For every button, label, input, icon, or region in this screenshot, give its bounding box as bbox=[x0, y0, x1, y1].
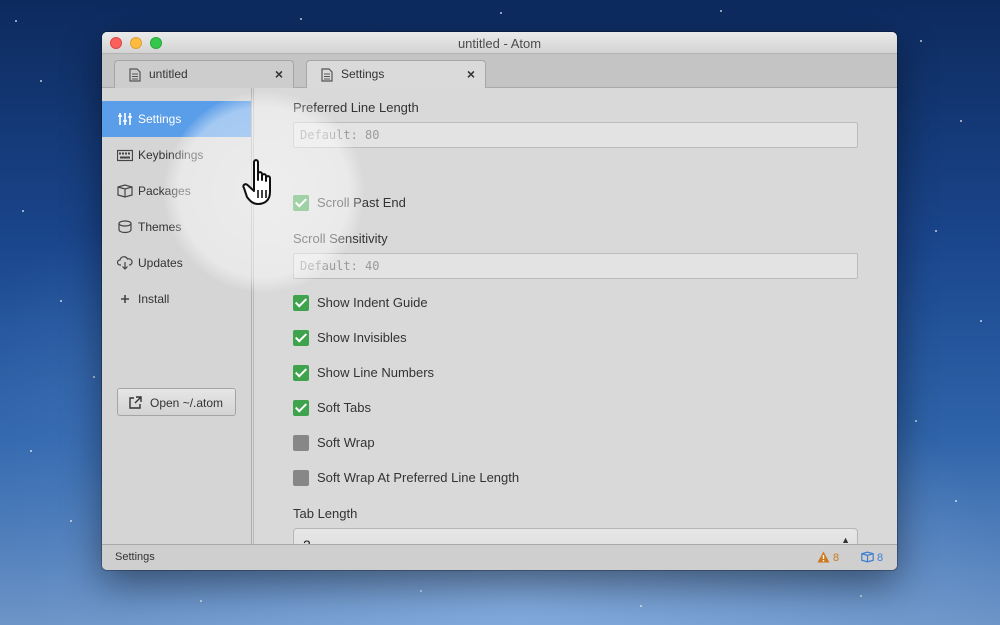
package-update-count: 8 bbox=[877, 552, 884, 564]
show-line-numbers-label: Show Line Numbers bbox=[317, 365, 435, 380]
window-title: untitled - Atom bbox=[457, 36, 542, 51]
sidebar-item-themes[interactable]: Themes bbox=[102, 209, 251, 245]
scroll-past-end-label: Scroll Past End bbox=[317, 195, 406, 210]
close-icon[interactable]: × bbox=[275, 66, 283, 82]
sidebar-item-settings[interactable]: Settings bbox=[102, 101, 251, 137]
package-icon bbox=[861, 551, 874, 563]
soft-wrap-label: Soft Wrap bbox=[317, 435, 375, 450]
link-external-icon bbox=[129, 396, 142, 409]
sidebar-item-label: Settings bbox=[138, 112, 182, 126]
open-atom-folder-label: Open ~/.atom bbox=[150, 396, 224, 410]
sliders-icon bbox=[118, 113, 132, 125]
sidebar-item-label: Packages bbox=[138, 184, 191, 198]
sidebar-item-label: Keybindings bbox=[138, 148, 204, 162]
show-invisibles-label: Show Invisibles bbox=[317, 330, 407, 345]
sidebar-item-keybindings[interactable]: Keybindings bbox=[102, 137, 251, 173]
hand-pointer-cursor-icon bbox=[242, 159, 271, 205]
status-bar: Settings 8 8 bbox=[102, 544, 897, 570]
file-icon bbox=[321, 68, 333, 82]
package-updates-indicator[interactable]: 8 bbox=[861, 551, 883, 564]
tab-label: untitled bbox=[149, 67, 188, 81]
plus-icon bbox=[121, 295, 129, 303]
tab-bar: untitled × Settings × bbox=[102, 54, 897, 89]
scroll-sensitivity-title: Scroll Sensitivity bbox=[293, 231, 388, 246]
settings-sidebar: Settings Keybindings Packages Themes Upd… bbox=[102, 88, 252, 544]
warning-count: 8 bbox=[833, 552, 840, 564]
tab-untitled[interactable]: untitled × bbox=[114, 60, 294, 88]
cloud-download-icon bbox=[117, 256, 133, 270]
soft-wrap-preferred-checkbox[interactable] bbox=[293, 470, 309, 486]
soft-tabs-checkbox[interactable] bbox=[293, 400, 309, 416]
sidebar-item-label: Themes bbox=[138, 220, 182, 234]
file-icon bbox=[129, 68, 141, 82]
package-icon bbox=[117, 184, 133, 198]
tab-length-title: Tab Length bbox=[293, 506, 358, 521]
open-atom-folder-button[interactable]: Open ~/.atom bbox=[117, 388, 236, 416]
sidebar-item-updates[interactable]: Updates bbox=[102, 245, 251, 281]
editor-settings-panel: Preferred Line Length Scroll Past End Sc… bbox=[253, 88, 897, 560]
soft-tabs-label: Soft Tabs bbox=[317, 400, 371, 415]
sidebar-item-install[interactable]: Install bbox=[102, 281, 251, 317]
preferred-line-length-title: Preferred Line Length bbox=[293, 100, 419, 115]
soft-wrap-preferred-label: Soft Wrap At Preferred Line Length bbox=[317, 470, 520, 485]
show-line-numbers-checkbox[interactable] bbox=[293, 365, 309, 381]
preferred-line-length-input[interactable] bbox=[293, 122, 858, 148]
title-bar[interactable]: untitled - Atom bbox=[102, 32, 897, 54]
deprecation-warnings-indicator[interactable]: 8 bbox=[817, 551, 839, 564]
scroll-past-end-checkbox[interactable] bbox=[293, 195, 309, 211]
sidebar-item-label: Updates bbox=[138, 256, 183, 270]
status-current-view: Settings bbox=[115, 551, 155, 563]
warning-icon bbox=[817, 551, 830, 563]
atom-window: untitled - Atom untitled × Settings × Se… bbox=[102, 32, 897, 570]
sidebar-item-packages[interactable]: Packages bbox=[102, 173, 251, 209]
paintcan-icon bbox=[118, 220, 132, 234]
show-indent-guide-checkbox[interactable] bbox=[293, 295, 309, 311]
show-invisibles-checkbox[interactable] bbox=[293, 330, 309, 346]
soft-wrap-checkbox[interactable] bbox=[293, 435, 309, 451]
show-indent-guide-label: Show Indent Guide bbox=[317, 295, 428, 310]
tab-label: Settings bbox=[341, 67, 385, 81]
keyboard-icon bbox=[117, 149, 133, 162]
scroll-sensitivity-input[interactable] bbox=[293, 253, 858, 279]
sidebar-item-label: Install bbox=[138, 292, 170, 306]
close-icon[interactable]: × bbox=[467, 66, 475, 82]
tab-settings[interactable]: Settings × bbox=[306, 60, 486, 89]
